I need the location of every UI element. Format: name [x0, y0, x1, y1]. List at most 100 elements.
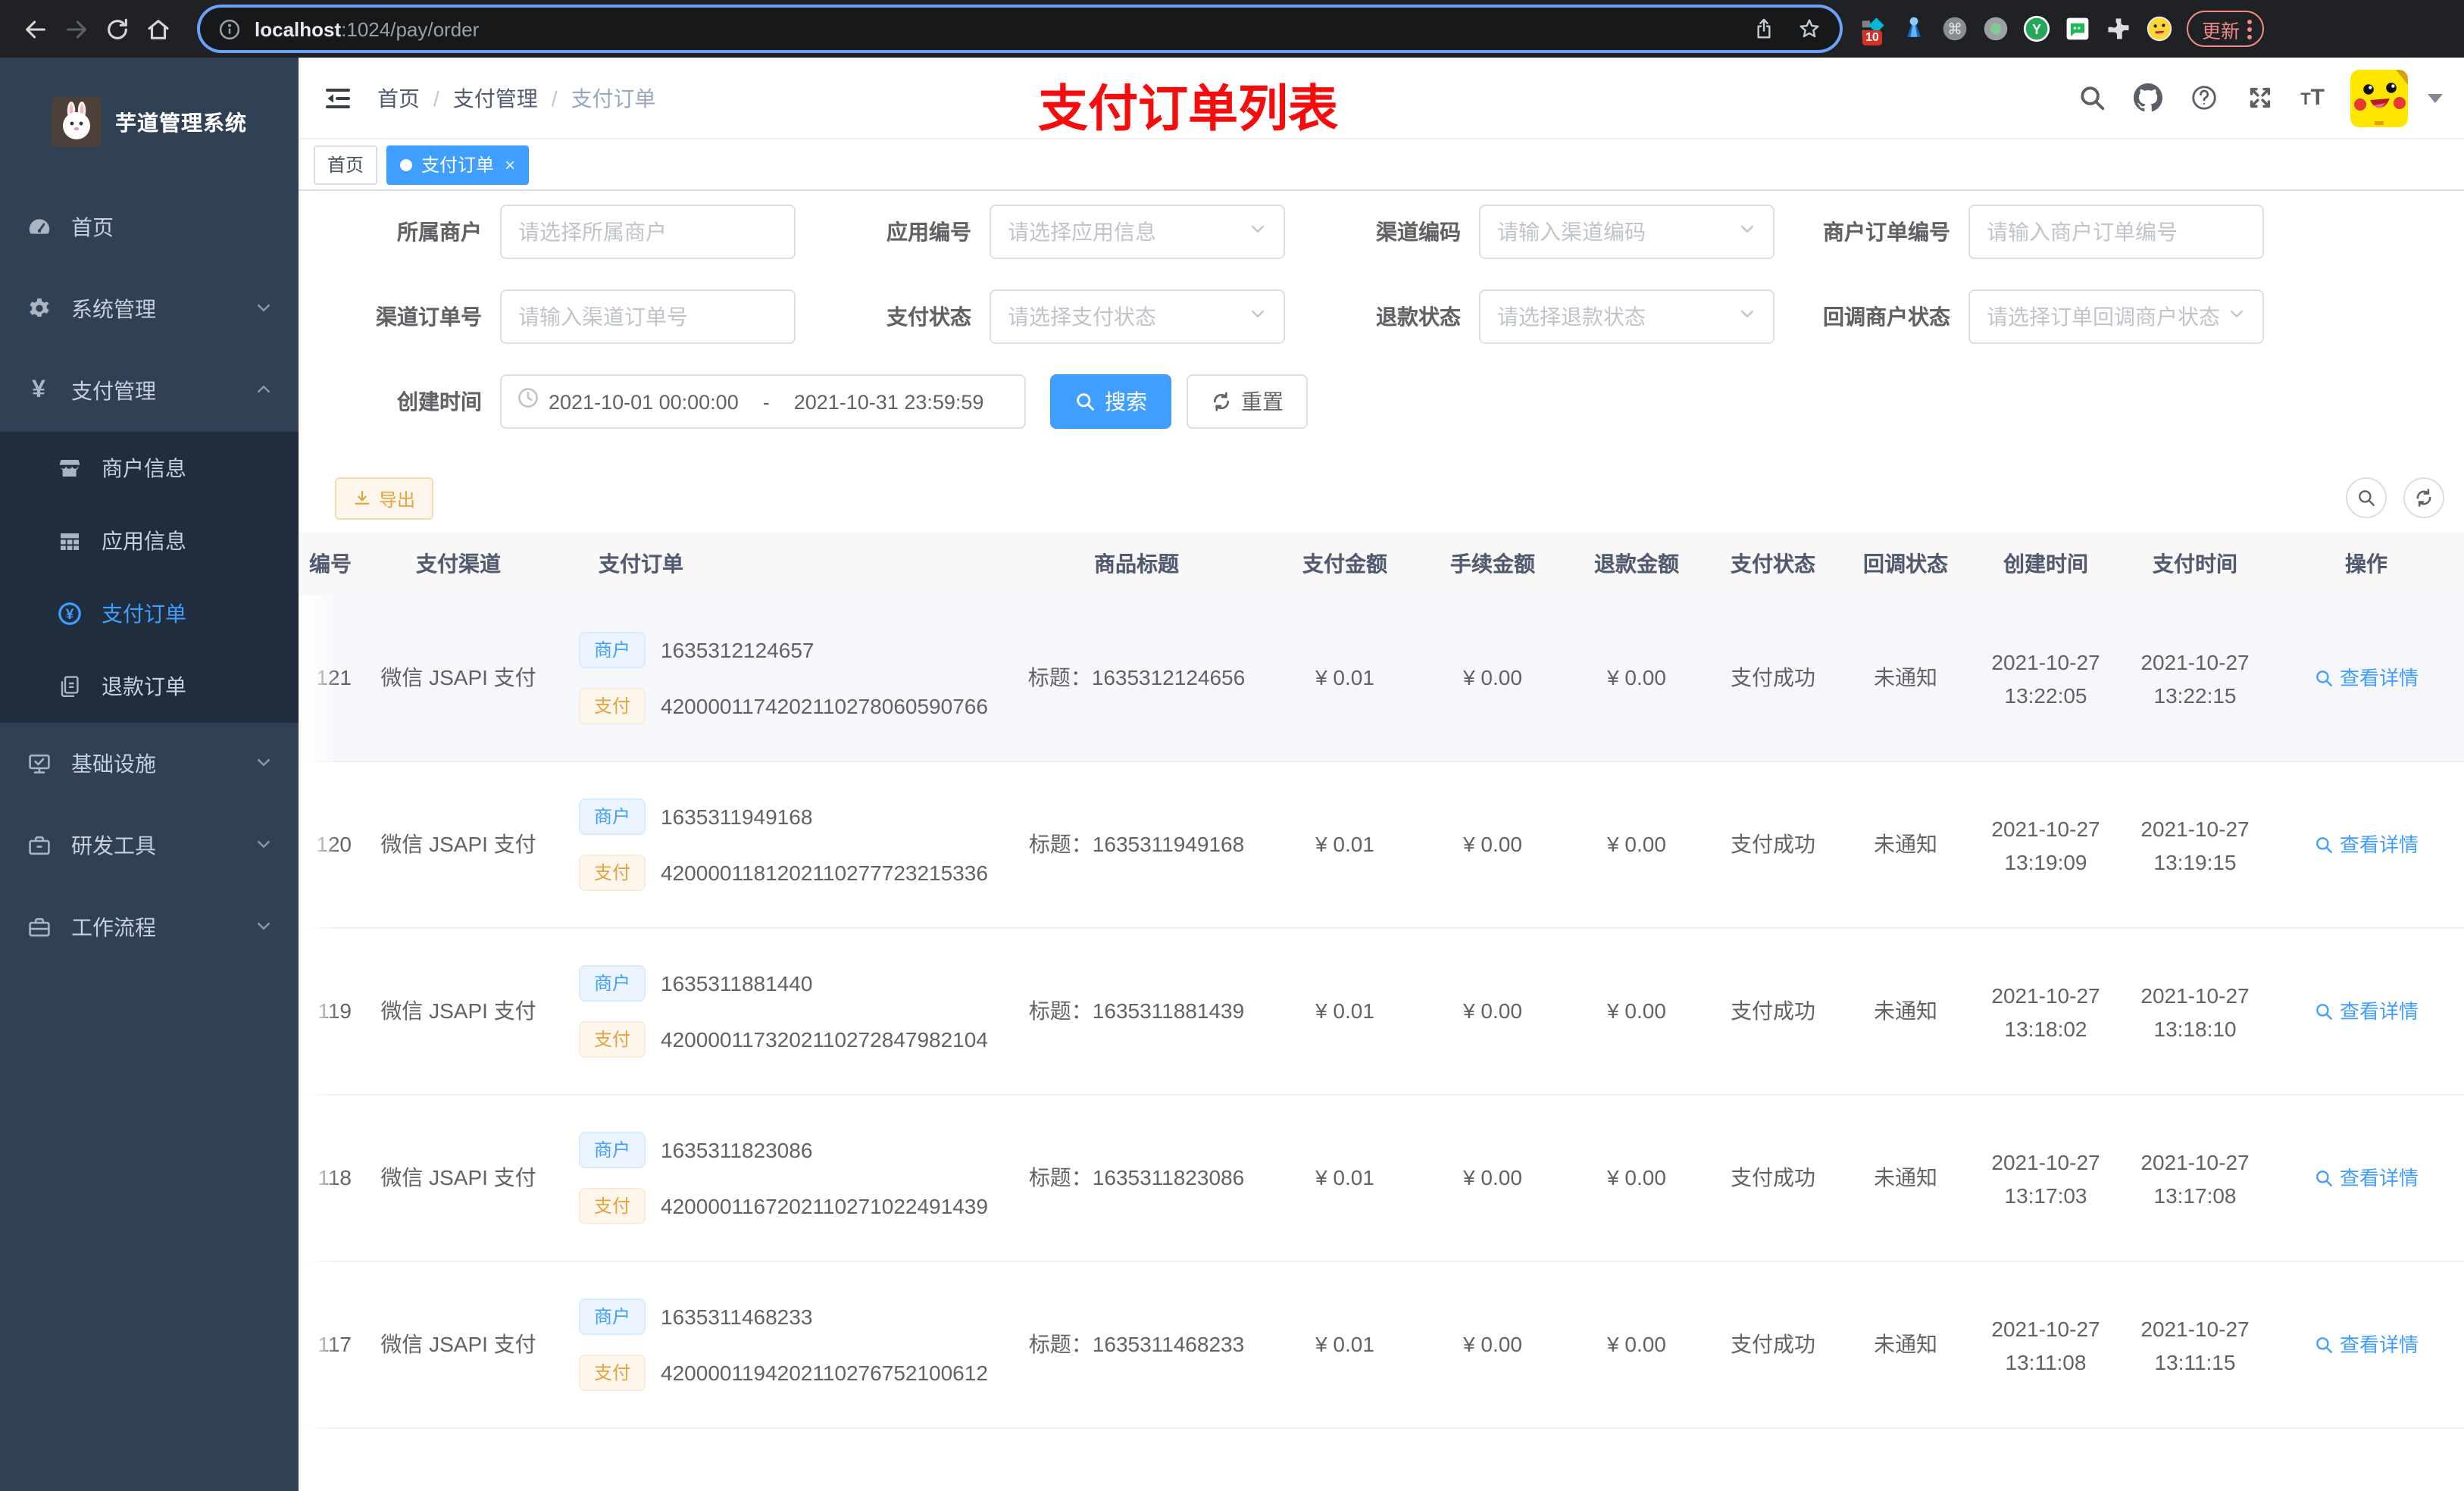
filter-item-支付状态: 支付状态 请选择支付状态: [838, 289, 1303, 344]
view-detail-link[interactable]: 查看详情: [2314, 1162, 2419, 1194]
pay-tag: 支付: [579, 1188, 646, 1224]
breadcrumb-current: 支付订单: [571, 86, 656, 110]
extensions-puzzle-icon[interactable]: [2103, 14, 2134, 44]
view-detail-link[interactable]: 查看详情: [2314, 829, 2419, 861]
filter-select-支付状态[interactable]: 请选择支付状态: [990, 289, 1285, 344]
tab-首页[interactable]: 首页: [314, 145, 378, 184]
refresh-table-button[interactable]: [2403, 477, 2444, 518]
extension-y-icon[interactable]: Y: [2022, 14, 2052, 44]
header-search-icon[interactable]: [2076, 83, 2106, 113]
view-detail-label: 查看详情: [2339, 667, 2419, 689]
sidebar-item-label: 退款订单: [102, 674, 186, 699]
magnifier-icon: [2314, 1002, 2334, 1021]
action-cell: 查看详情: [2269, 996, 2464, 1027]
pay-channel-cell: 微信 JSAPI 支付: [380, 1332, 536, 1356]
filter-select-退款状态[interactable]: 请选择退款状态: [1479, 289, 1775, 344]
filter-row-date: 创建时间 2021-10-01 00:00:00 - 2021-10-31 23…: [349, 374, 2464, 429]
pay-time-cell: 2021-10-27 13:22:15: [2122, 645, 2269, 711]
filter-input-所属商户[interactable]: 请选择所属商户: [500, 205, 796, 259]
browser-forward-button[interactable]: [56, 8, 97, 49]
browser-menu-icon[interactable]: [2247, 19, 2253, 39]
sidebar-item-label: 研发工具: [71, 833, 156, 858]
sidebar-item-研发工具[interactable]: 研发工具: [0, 805, 299, 886]
export-button[interactable]: 导出: [335, 477, 434, 520]
view-detail-link[interactable]: 查看详情: [2314, 1329, 2419, 1361]
merchant-order-no: 1635311949168: [661, 804, 813, 828]
chevron-down-icon: [1249, 303, 1267, 330]
extension-balloon-icon[interactable]: [1899, 14, 1929, 44]
filter-select-渠道编码[interactable]: 请输入渠道编码: [1479, 205, 1775, 259]
github-icon[interactable]: [2132, 83, 2162, 113]
font-size-icon[interactable]: TT: [2300, 85, 2325, 111]
view-detail-link[interactable]: 查看详情: [2314, 662, 2419, 694]
sidebar-fold-icon[interactable]: [311, 70, 365, 125]
extension-command-icon[interactable]: ⌘: [1940, 14, 1970, 44]
show-search-toggle-button[interactable]: [2346, 477, 2387, 518]
product-title-cell: 标题：1635311823086: [1028, 1165, 1245, 1189]
placeholder-text: 请选择支付状态: [1008, 305, 1156, 329]
sidebar-item-首页[interactable]: 首页: [0, 186, 299, 268]
browser-back-button[interactable]: [15, 8, 56, 49]
date-part: 2021-10-27: [2140, 1316, 2250, 1340]
fullscreen-icon[interactable]: [2244, 83, 2275, 113]
sidebar-item-工作流程[interactable]: 工作流程: [0, 886, 299, 968]
sidebar-item-应用信息[interactable]: 应用信息: [0, 505, 299, 577]
search-button[interactable]: 搜索: [1050, 374, 1171, 429]
column-header-支付时间: 支付时间: [2153, 551, 2237, 575]
app-logo[interactable]: 芋道管理系统: [0, 58, 299, 186]
notify-status-cell: 未通知: [1874, 665, 1937, 689]
share-icon[interactable]: [1752, 17, 1776, 41]
magnifier-icon: [2314, 668, 2334, 688]
site-info-icon[interactable]: [218, 17, 241, 40]
column-header-退款金额: 退款金额: [1594, 551, 1679, 575]
merchant-order-line: 商户 1635311949168: [579, 799, 988, 835]
column-header-商品标题: 商品标题: [1094, 551, 1179, 575]
browser-profile-avatar[interactable]: [2144, 14, 2175, 44]
tab-支付订单[interactable]: 支付订单 ×: [386, 145, 530, 184]
extension-dot-icon[interactable]: [1981, 14, 2011, 44]
browser-reload-button[interactable]: [97, 8, 138, 49]
fee-amount-cell: ¥ 0.00: [1463, 1165, 1522, 1189]
sidebar-item-支付订单[interactable]: ¥ 支付订单: [0, 577, 299, 650]
sidebar-item-退款订单[interactable]: 退款订单: [0, 650, 299, 723]
avatar-caret-icon[interactable]: [2428, 93, 2443, 102]
extension-chat-icon[interactable]: [2062, 14, 2093, 44]
pay-order-no: 4200001174202110278060590766: [661, 693, 988, 717]
help-icon[interactable]: [2188, 83, 2219, 113]
browser-update-button[interactable]: 更新: [2187, 11, 2265, 47]
filter-select-回调商户状态[interactable]: 请选择订单回调商户状态: [1968, 289, 2264, 344]
placeholder-text: 请选择所属商户: [518, 220, 667, 244]
filter-input-渠道订单号[interactable]: 请输入渠道订单号: [500, 289, 796, 344]
pay-channel-cell: 微信 JSAPI 支付: [380, 999, 536, 1023]
create-time-cell-value: 2021-10-27 13:18:02: [1991, 978, 2100, 1045]
date-part: 2021-10-27: [1991, 816, 2100, 840]
magnifier-icon: [2314, 1168, 2334, 1188]
view-detail-link[interactable]: 查看详情: [2314, 996, 2419, 1027]
breadcrumb-pay-manage[interactable]: 支付管理: [453, 83, 538, 113]
address-bar[interactable]: localhost:1024/pay/order: [200, 8, 1840, 50]
bookmark-star-icon[interactable]: [1797, 17, 1821, 41]
placeholder-text: 请输入渠道编码: [1497, 220, 1646, 244]
pay-time-cell: 2021-10-27 13:11:15: [2122, 1311, 2269, 1378]
tab-label: 首页: [327, 155, 364, 176]
close-icon[interactable]: ×: [505, 154, 515, 175]
browser-home-button[interactable]: [138, 8, 179, 49]
placeholder-text: 请选择应用信息: [1008, 220, 1156, 244]
create-time-range-picker[interactable]: 2021-10-01 00:00:00 - 2021-10-31 23:59:5…: [500, 374, 1026, 429]
filter-select-应用编号[interactable]: 请选择应用信息: [990, 205, 1285, 259]
order-numbers: 商户 1635311823086 支付 42000011672021102710224…: [579, 1132, 988, 1224]
breadcrumb-home[interactable]: 首页: [377, 83, 420, 113]
app-title: 芋道管理系统: [115, 110, 247, 134]
filter-input-商户订单编号[interactable]: 请输入商户订单编号: [1968, 205, 2264, 259]
user-avatar[interactable]: [2350, 69, 2408, 127]
sidebar-item-商户信息[interactable]: 商户信息: [0, 432, 299, 505]
filter-label: 支付状态: [886, 305, 971, 329]
reset-button[interactable]: 重置: [1187, 374, 1308, 429]
sidebar-item-系统管理[interactable]: 系统管理: [0, 268, 299, 350]
sidebar-item-基础设施[interactable]: 基础设施: [0, 723, 299, 805]
sidebar-item-支付管理[interactable]: ¥ 支付管理: [0, 350, 299, 432]
chevron-down-icon: [255, 915, 273, 939]
extension-diamond-icon[interactable]: 10: [1858, 14, 1888, 45]
pay-order-line: 支付 4200001167202110271022491439: [579, 1188, 988, 1224]
merchant-order-no: 1635311881440: [661, 971, 813, 995]
